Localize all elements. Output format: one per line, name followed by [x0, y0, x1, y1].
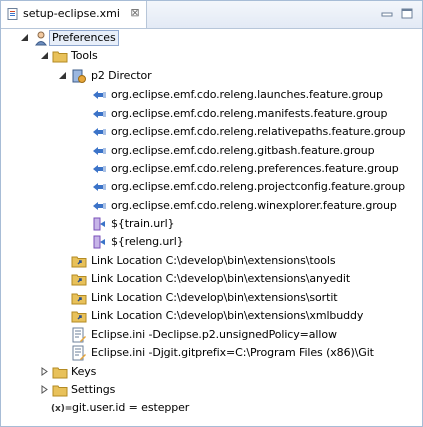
tree-item-label: Link Location C:\develop\bin\extensions\…	[91, 254, 336, 267]
tree-item-feature[interactable]: org.eclipse.emf.cdo.releng.launches.feat…	[1, 86, 421, 104]
tree-item-link-location[interactable]: Link Location C:\develop\bin\extensions\…	[1, 252, 421, 270]
eclipse-ini-icon	[72, 345, 86, 361]
feature-icon	[93, 202, 106, 210]
feature-icon	[93, 165, 106, 173]
variable-icon: (x)=	[51, 404, 73, 414]
close-icon[interactable]: ⊠	[129, 7, 141, 19]
repository-icon	[93, 217, 105, 231]
tree-item-variable[interactable]: (x)= git.user.id = estepper	[1, 399, 421, 417]
feature-icon	[93, 110, 106, 118]
tree-item-label: Tools	[71, 49, 98, 62]
tree-item-label: Preferences	[49, 30, 119, 46]
chevron-down-icon[interactable]	[58, 71, 67, 80]
link-location-icon	[71, 274, 87, 286]
tree-item-label: org.eclipse.emf.cdo.releng.relativepaths…	[111, 125, 406, 138]
chevron-down-icon[interactable]	[20, 33, 29, 42]
folder-icon	[52, 51, 68, 63]
chevron-right-icon[interactable]	[40, 385, 49, 394]
tree-item-label: Link Location C:\develop\bin\extensions\…	[91, 291, 338, 304]
tree-item-label: org.eclipse.emf.cdo.releng.gitbash.featu…	[111, 144, 375, 157]
tab-label: setup-eclipse.xmi	[23, 7, 120, 20]
tree-item-feature[interactable]: org.eclipse.emf.cdo.releng.manifests.fea…	[1, 105, 421, 123]
tree-item-label: Link Location C:\develop\bin\extensions\…	[91, 309, 364, 322]
tree-item-repository[interactable]: ${releng.url}	[1, 233, 421, 251]
tree-item-label: git.user.id = estepper	[72, 401, 190, 414]
tree-item-label: org.eclipse.emf.cdo.releng.projectconfig…	[111, 180, 405, 193]
tree-item-feature[interactable]: org.eclipse.emf.cdo.releng.winexplorer.f…	[1, 197, 421, 215]
preferences-icon	[35, 31, 47, 46]
tree-item-label: Keys	[71, 365, 97, 378]
tree-item-label: org.eclipse.emf.cdo.releng.launches.feat…	[111, 88, 383, 101]
xmi-file-icon	[7, 8, 18, 20]
tree-item-repository[interactable]: ${train.url}	[1, 215, 421, 233]
tree-item-feature[interactable]: org.eclipse.emf.cdo.releng.relativepaths…	[1, 123, 421, 141]
tree-item-p2-director[interactable]: p2 Director	[1, 67, 421, 85]
tree-item-feature[interactable]: org.eclipse.emf.cdo.releng.gitbash.featu…	[1, 142, 421, 160]
tree-item-feature[interactable]: org.eclipse.emf.cdo.releng.preferences.f…	[1, 160, 421, 178]
link-location-icon	[71, 311, 87, 323]
editor-window: setup-eclipse.xmi ⊠ Preferences Tools p2…	[0, 0, 423, 427]
folder-icon	[52, 385, 68, 397]
chevron-right-icon[interactable]	[40, 367, 49, 376]
tree-item-label: p2 Director	[91, 69, 152, 82]
tree-item-settings[interactable]: Settings	[1, 381, 421, 399]
tree-item-label: Eclipse.ini -Declipse.p2.unsignedPolicy=…	[91, 328, 337, 341]
tree-item-link-location[interactable]: Link Location C:\develop\bin\extensions\…	[1, 270, 421, 288]
tree-item-label: ${train.url}	[111, 217, 175, 230]
feature-icon	[93, 147, 106, 155]
tree-item-tools[interactable]: Tools	[1, 47, 421, 65]
p2-director-icon	[72, 69, 86, 83]
tree-item-eclipse-ini[interactable]: Eclipse.ini -Declipse.p2.unsignedPolicy=…	[1, 326, 421, 344]
tree-item-label: org.eclipse.emf.cdo.releng.winexplorer.f…	[111, 199, 397, 212]
tree-item-keys[interactable]: Keys	[1, 363, 421, 381]
eclipse-ini-icon	[72, 327, 86, 343]
feature-icon	[93, 128, 106, 136]
folder-icon	[52, 367, 68, 379]
maximize-icon[interactable]	[399, 7, 415, 21]
repository-icon	[93, 235, 105, 249]
tree-item-label: org.eclipse.emf.cdo.releng.manifests.fea…	[111, 107, 388, 120]
tree-item-label: Eclipse.ini -Djgit.gitprefix=C:\Program …	[91, 346, 374, 359]
tree-item-link-location[interactable]: Link Location C:\develop\bin\extensions\…	[1, 307, 421, 325]
feature-icon	[93, 183, 106, 191]
tree-item-feature[interactable]: org.eclipse.emf.cdo.releng.projectconfig…	[1, 178, 421, 196]
tree-item-label: Link Location C:\develop\bin\extensions\…	[91, 272, 351, 285]
tree-item-label: ${releng.url}	[111, 235, 184, 248]
link-location-icon	[71, 256, 87, 268]
tree-item-link-location[interactable]: Link Location C:\develop\bin\extensions\…	[1, 289, 421, 307]
tree-item-label: org.eclipse.emf.cdo.releng.preferences.f…	[111, 162, 399, 175]
link-location-icon	[71, 293, 87, 305]
chevron-down-icon[interactable]	[40, 51, 49, 60]
tab-setup-eclipse[interactable]: setup-eclipse.xmi ⊠	[1, 1, 147, 28]
tree-item-label: Settings	[71, 383, 116, 396]
feature-icon	[93, 91, 106, 99]
editor-tab-bar: setup-eclipse.xmi ⊠	[1, 1, 422, 29]
tree-item-preferences[interactable]: Preferences	[1, 29, 421, 47]
tree-item-eclipse-ini[interactable]: Eclipse.ini -Djgit.gitprefix=C:\Program …	[1, 344, 421, 362]
minimize-icon[interactable]	[379, 7, 395, 21]
